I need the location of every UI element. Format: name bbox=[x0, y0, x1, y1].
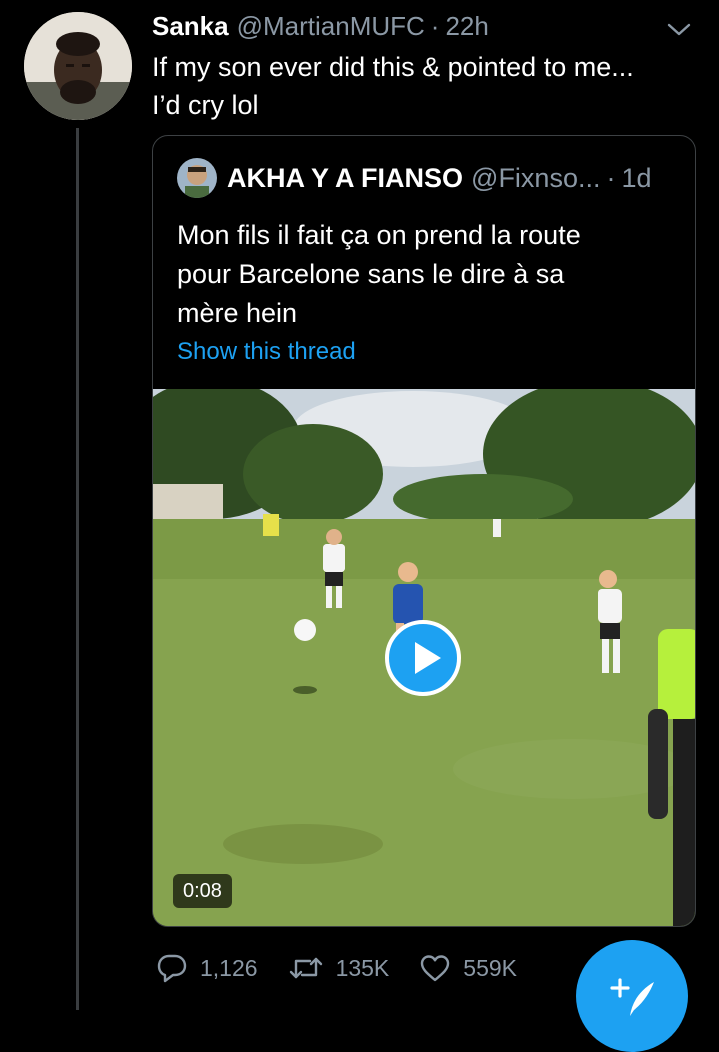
retweet-icon bbox=[289, 957, 322, 979]
quoted-author-handle[interactable]: @Fixnso... bbox=[471, 163, 600, 194]
author-avatar[interactable] bbox=[24, 12, 132, 120]
quoted-tweet-header: AKHA Y A FIANSO @Fixnso... · 1d bbox=[227, 158, 652, 198]
chevron-down-icon[interactable] bbox=[666, 18, 692, 40]
retweet-button[interactable]: 135K bbox=[288, 953, 390, 983]
quoted-author-avatar[interactable] bbox=[177, 158, 217, 198]
quoted-text-line: Mon fils il fait ça on prend la route bbox=[177, 220, 581, 250]
like-icon bbox=[421, 955, 450, 982]
retweet-count: 135K bbox=[335, 954, 390, 981]
tweet-time[interactable]: 22h bbox=[445, 11, 488, 42]
like-button[interactable]: 559K bbox=[419, 953, 517, 983]
compose-tweet-icon bbox=[610, 978, 654, 1016]
reply-count: 1,126 bbox=[200, 954, 258, 981]
quoted-avatar-image bbox=[177, 158, 217, 198]
tweet-text-line: If my son ever did this & pointed to me.… bbox=[152, 52, 634, 82]
reply-icon bbox=[157, 954, 187, 983]
play-icon[interactable] bbox=[385, 620, 461, 696]
tweet-text: If my son ever did this & pointed to me.… bbox=[152, 48, 692, 124]
quoted-text-line: pour Barcelone sans le dire à sa bbox=[177, 259, 565, 289]
quoted-tweet-text: Mon fils il fait ça on prend la route po… bbox=[177, 216, 677, 333]
tweet-text-line: I’d cry lol bbox=[152, 90, 259, 120]
quoted-text-line: mère hein bbox=[177, 298, 298, 328]
video-player[interactable]: 0:08 bbox=[153, 389, 695, 926]
quoted-tweet[interactable]: AKHA Y A FIANSO @Fixnso... · 1d Mon fils… bbox=[152, 135, 696, 927]
quoted-header-separator: · bbox=[606, 162, 616, 193]
reply-button[interactable]: 1,126 bbox=[156, 953, 258, 983]
video-duration: 0:08 bbox=[173, 874, 232, 908]
like-count: 559K bbox=[463, 954, 517, 981]
author-name[interactable]: Sanka bbox=[152, 11, 229, 42]
tweet-header: Sanka @MartianMUFC · 22h bbox=[152, 8, 489, 44]
show-thread-link[interactable]: Show this thread bbox=[177, 338, 356, 366]
author-avatar-image bbox=[24, 12, 132, 120]
header-separator: · bbox=[430, 10, 440, 41]
compose-tweet-button[interactable] bbox=[576, 940, 688, 1052]
quoted-author-name[interactable]: AKHA Y A FIANSO bbox=[227, 163, 463, 194]
tweet-actions: 1,126 135K 559K bbox=[156, 948, 547, 988]
quoted-tweet-time[interactable]: 1d bbox=[621, 163, 651, 194]
author-handle[interactable]: @MartianMUFC bbox=[237, 11, 425, 42]
thread-line bbox=[76, 128, 79, 1010]
